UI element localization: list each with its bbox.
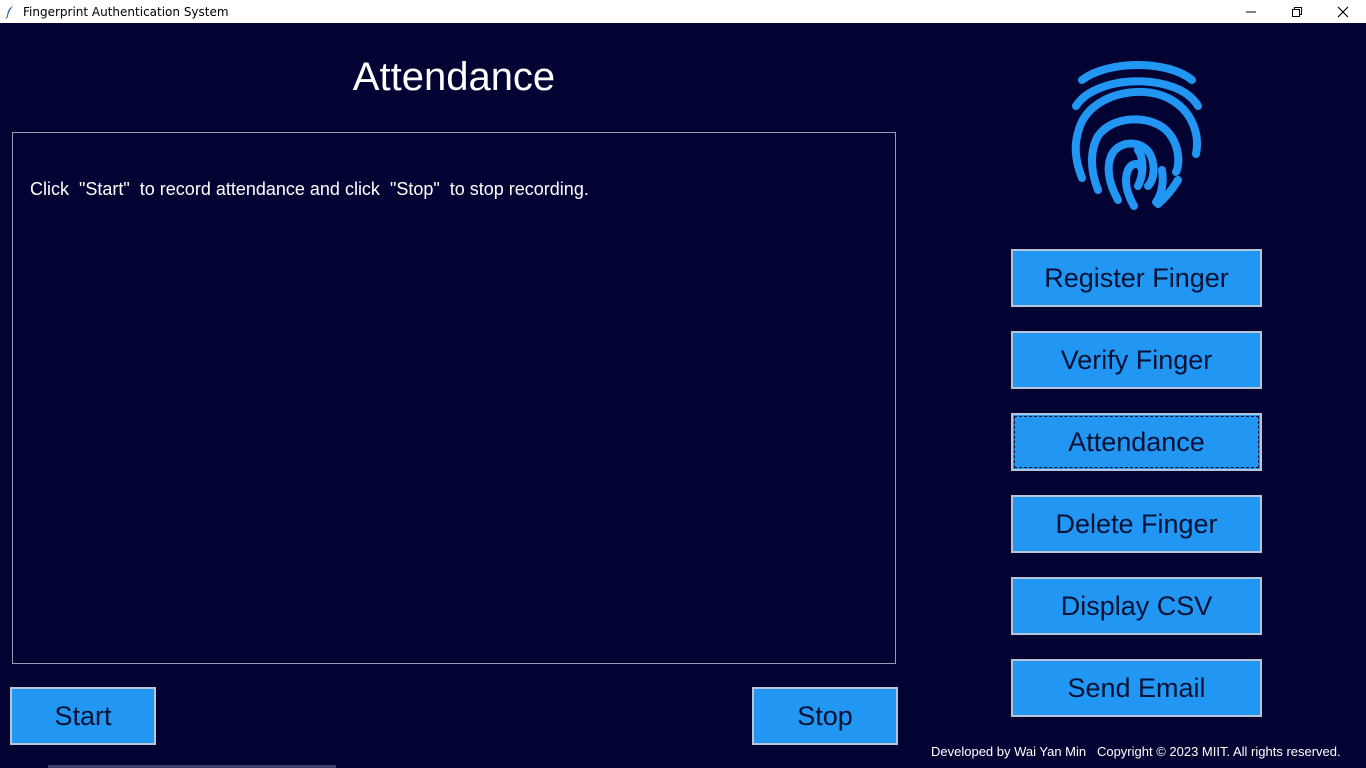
register-finger-label: Register Finger <box>1044 262 1229 293</box>
fingerprint-icon <box>1068 58 1206 214</box>
feather-icon <box>5 5 15 19</box>
attendance-button[interactable]: Attendance <box>1011 413 1262 471</box>
delete-finger-label: Delete Finger <box>1055 508 1218 539</box>
close-button[interactable] <box>1320 0 1366 23</box>
restore-icon <box>1292 6 1302 17</box>
restore-button[interactable] <box>1274 0 1320 23</box>
app-window: Fingerprint Authentication System Attend… <box>0 0 1366 768</box>
verify-finger-button[interactable]: Verify Finger <box>1011 331 1262 389</box>
verify-finger-label: Verify Finger <box>1060 344 1213 375</box>
send-email-label: Send Email <box>1067 672 1206 703</box>
minimize-button[interactable] <box>1228 0 1274 23</box>
close-icon <box>1337 6 1349 17</box>
register-finger-button[interactable]: Register Finger <box>1011 249 1262 307</box>
attendance-label: Attendance <box>1068 426 1205 457</box>
stop-button[interactable]: Stop <box>752 687 898 745</box>
footer-credits: Developed by Wai Yan Min Copyright © 202… <box>931 744 1341 759</box>
display-csv-label: Display CSV <box>1060 590 1213 621</box>
delete-finger-button[interactable]: Delete Finger <box>1011 495 1262 553</box>
stop-button-label: Stop <box>797 700 853 731</box>
title-bar: Fingerprint Authentication System <box>0 0 1366 23</box>
start-button[interactable]: Start <box>10 687 156 745</box>
start-button-label: Start <box>54 700 112 731</box>
window-controls <box>1228 0 1366 23</box>
window-title: Fingerprint Authentication System <box>23 4 229 19</box>
log-instruction-text: Click "Start" to record attendance and c… <box>30 179 589 199</box>
page-title: Attendance <box>352 55 556 99</box>
display-csv-button[interactable]: Display CSV <box>1011 577 1262 635</box>
minimize-icon <box>1246 11 1256 12</box>
attendance-log-panel: Click "Start" to record attendance and c… <box>12 132 896 664</box>
send-email-button[interactable]: Send Email <box>1011 659 1262 717</box>
